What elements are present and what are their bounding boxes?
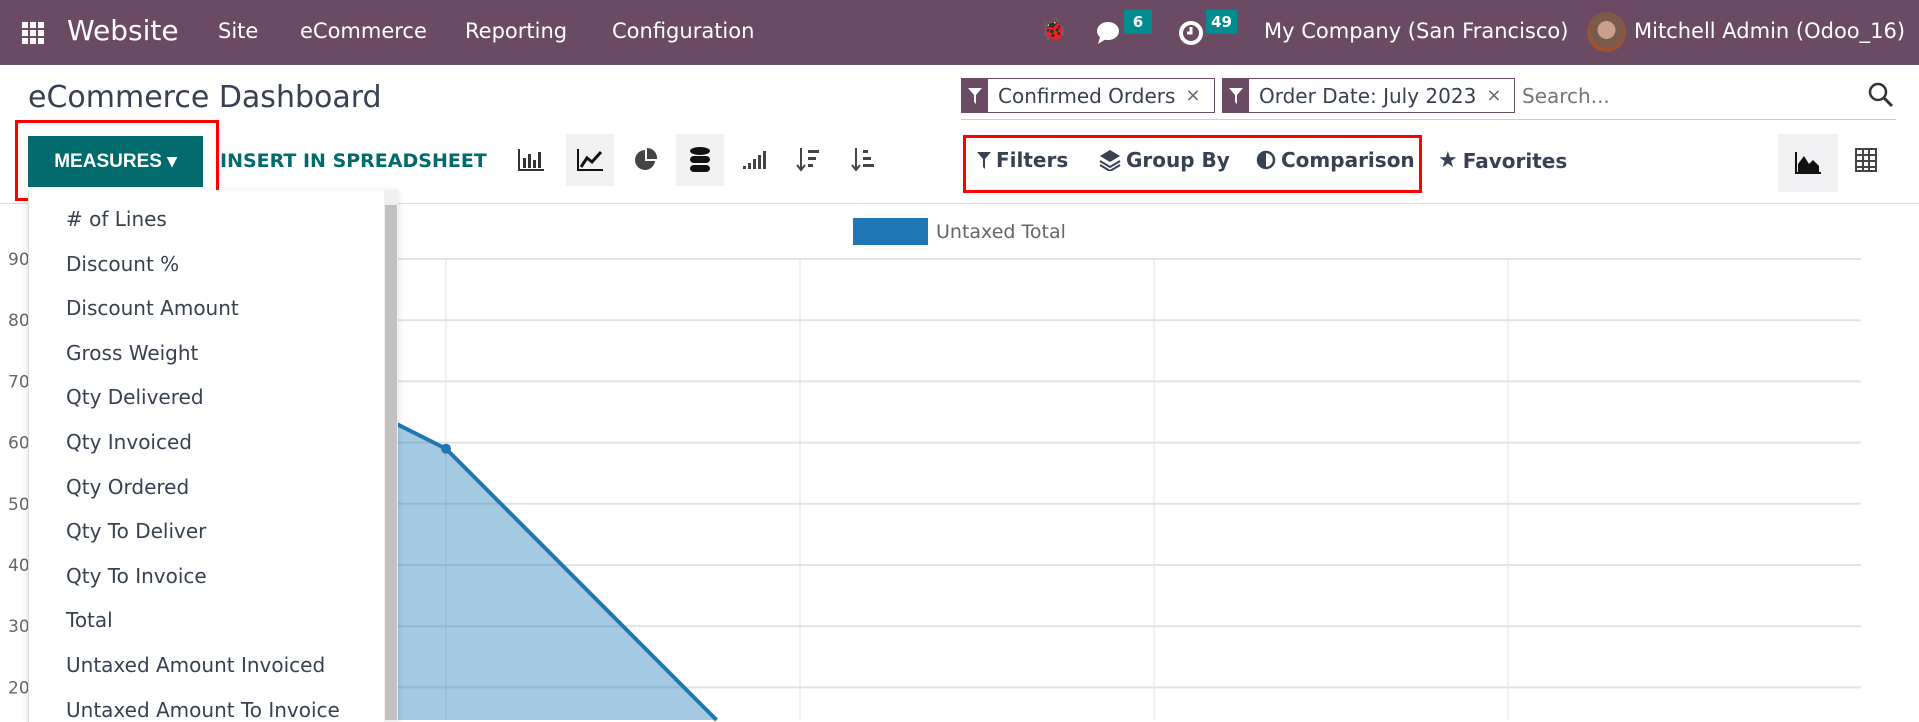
- measure-item[interactable]: Discount %: [66, 253, 179, 275]
- y-tick-label: 20: [8, 678, 30, 698]
- y-tick-label: 50: [8, 495, 30, 515]
- measures-dropdown: # of Lines Discount % Discount Amount Gross…: [28, 190, 398, 722]
- measure-item[interactable]: Qty Ordered: [66, 476, 189, 498]
- y-tick-label: 90: [8, 250, 30, 270]
- measure-item[interactable]: Qty To Invoice: [66, 565, 207, 587]
- measure-item[interactable]: Discount Amount: [66, 297, 239, 319]
- measure-item[interactable]: Total: [66, 609, 113, 631]
- measure-item[interactable]: Qty Delivered: [66, 386, 204, 408]
- measure-item[interactable]: # of Lines: [66, 208, 167, 230]
- y-tick-label: 70: [8, 372, 30, 392]
- legend-label: Untaxed Total: [936, 221, 1066, 243]
- scrollbar-thumb[interactable]: [385, 205, 397, 720]
- measure-item[interactable]: Qty To Deliver: [66, 520, 206, 542]
- y-tick-label: 80: [8, 311, 30, 331]
- y-tick-label: 40: [8, 556, 30, 576]
- data-point: [441, 443, 451, 454]
- measure-item[interactable]: Qty Invoiced: [66, 431, 192, 453]
- measure-item[interactable]: Untaxed Amount Invoiced: [66, 654, 325, 676]
- y-tick-label: 60: [8, 434, 30, 454]
- measure-item[interactable]: Gross Weight: [66, 342, 198, 364]
- y-tick-label: 30: [8, 617, 30, 637]
- measure-item[interactable]: Untaxed Amount To Invoice: [66, 699, 340, 721]
- legend-swatch: [853, 218, 928, 245]
